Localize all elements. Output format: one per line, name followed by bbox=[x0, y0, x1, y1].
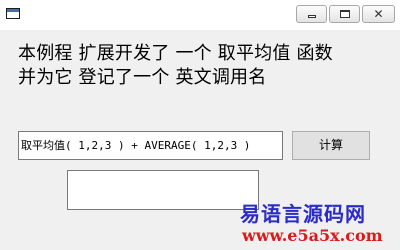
watermark-url: www.e5a5x.com bbox=[242, 226, 383, 245]
close-icon: ✕ bbox=[373, 7, 384, 21]
minimize-button[interactable] bbox=[296, 5, 327, 23]
maximize-icon bbox=[340, 10, 350, 18]
close-button[interactable]: ✕ bbox=[362, 5, 395, 23]
window-icon bbox=[6, 8, 20, 19]
minimize-icon bbox=[308, 15, 316, 18]
description-label: 本例程 扩展开发了 一个 取平均值 函数 并为它 登记了一个 英文调用名 bbox=[18, 42, 394, 90]
title-bar[interactable]: ✕ bbox=[0, 0, 400, 30]
calculate-button[interactable]: 计算 bbox=[292, 131, 370, 160]
watermark: 易语言源码网 www.e5a5x.com bbox=[240, 202, 400, 246]
description-line-1: 本例程 扩展开发了 一个 取平均值 函数 bbox=[18, 43, 333, 64]
result-field[interactable] bbox=[67, 170, 259, 210]
expression-input[interactable]: 取平均值( 1,2,3 ) + AVERAGE( 1,2,3 ) bbox=[18, 131, 283, 160]
description-line-2: 并为它 登记了一个 英文调用名 bbox=[18, 67, 267, 88]
watermark-title: 易语言源码网 bbox=[240, 202, 366, 226]
app-window: ✕ 本例程 扩展开发了 一个 取平均值 函数 并为它 登记了一个 英文调用名 取… bbox=[0, 0, 400, 250]
maximize-button[interactable] bbox=[329, 5, 360, 23]
